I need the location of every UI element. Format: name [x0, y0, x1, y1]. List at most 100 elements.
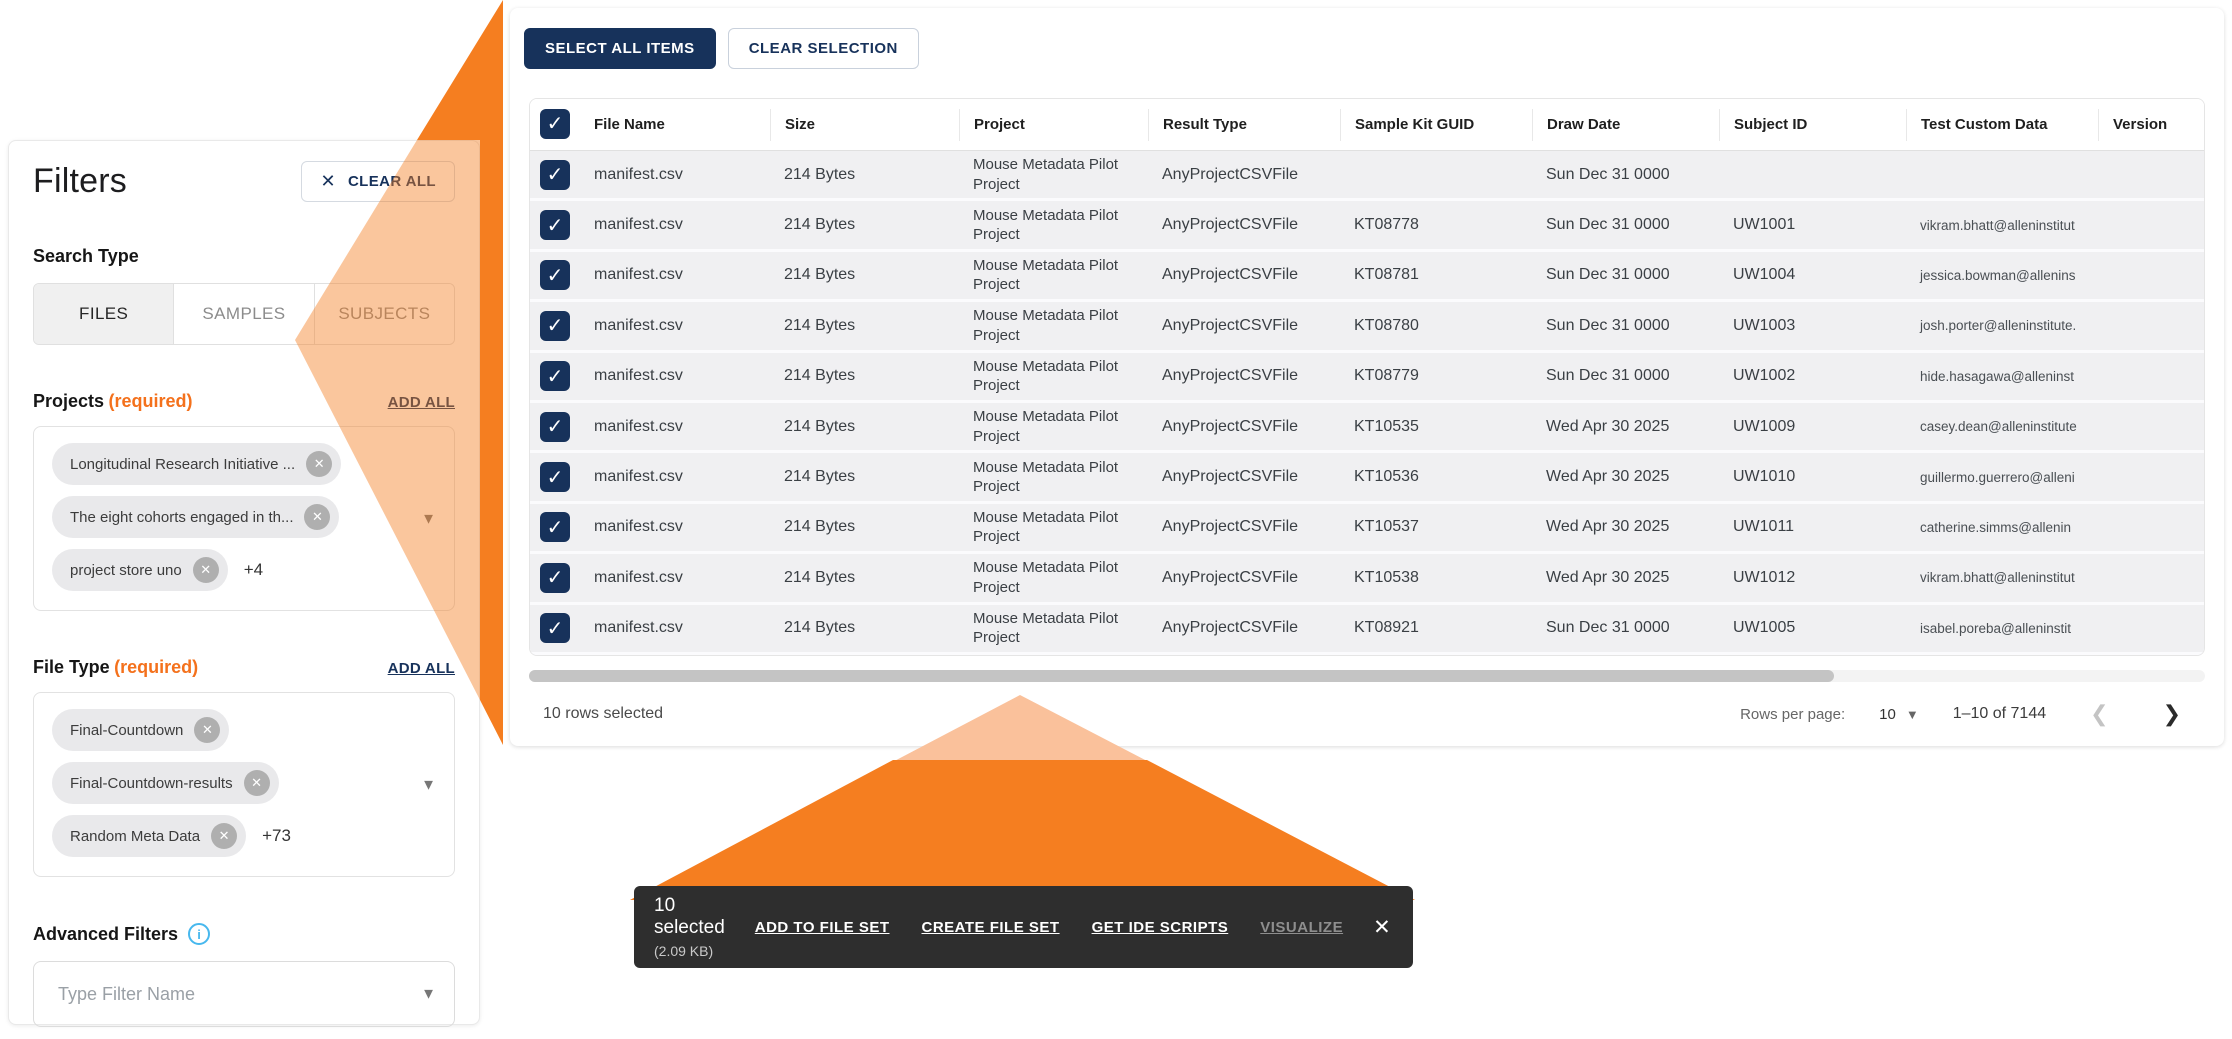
- row-checkbox[interactable]: ✓: [540, 260, 570, 290]
- table-row[interactable]: ✓ manifest.csv 214 Bytes Mouse Metadata …: [530, 554, 2204, 604]
- table-row[interactable]: ✓ manifest.csv 214 Bytes Mouse Metadata …: [530, 403, 2204, 453]
- col-header-result-type[interactable]: Result Type: [1148, 109, 1340, 141]
- remove-chip-icon[interactable]: ✕: [194, 717, 220, 743]
- remove-chip-icon[interactable]: ✕: [306, 451, 332, 477]
- remove-chip-icon[interactable]: ✕: [211, 823, 237, 849]
- search-type-label: Search Type: [33, 246, 455, 267]
- create-file-set-link[interactable]: CREATE FILE SET: [922, 919, 1060, 936]
- select-all-items-button[interactable]: SELECT ALL ITEMS: [524, 28, 716, 69]
- horizontal-scrollbar[interactable]: [529, 670, 2205, 682]
- select-all-checkbox[interactable]: ✓: [540, 109, 570, 139]
- file-type-required-label: (required): [114, 657, 198, 677]
- cell-project: Mouse Metadata Pilot Project: [959, 357, 1148, 396]
- table-row[interactable]: ✓ manifest.csv 214 Bytes Mouse Metadata …: [530, 302, 2204, 352]
- table-row[interactable]: ✓ manifest.csv 214 Bytes Mouse Metadata …: [530, 151, 2204, 201]
- col-header-file-name[interactable]: File Name: [580, 109, 770, 141]
- col-header-version[interactable]: Version: [2098, 109, 2204, 141]
- project-chip[interactable]: The eight cohorts engaged in th... ✕: [52, 496, 339, 538]
- cell-test-custom-data: vikram.bhatt@alleninstitut: [1906, 570, 2098, 585]
- file-type-chip[interactable]: Final-Countdown-results ✕: [52, 762, 279, 804]
- remove-chip-icon[interactable]: ✕: [304, 504, 330, 530]
- col-header-project[interactable]: Project: [959, 109, 1148, 141]
- file-type-chip[interactable]: Final-Countdown ✕: [52, 709, 229, 751]
- add-to-file-set-link[interactable]: ADD TO FILE SET: [755, 919, 890, 936]
- col-header-draw-date[interactable]: Draw Date: [1532, 109, 1719, 141]
- cell-sample-kit-guid: KT08779: [1340, 367, 1532, 385]
- cell-file-name: manifest.csv: [580, 619, 770, 637]
- cell-project: Mouse Metadata Pilot Project: [959, 155, 1148, 194]
- chevron-down-icon[interactable]: ▼: [421, 510, 436, 527]
- remove-chip-icon[interactable]: ✕: [244, 770, 270, 796]
- file-type-section: File Type (required) ADD ALL Final-Count…: [33, 657, 455, 877]
- filter-name-input[interactable]: [58, 984, 402, 1005]
- cell-result-type: AnyProjectCSVFile: [1148, 569, 1340, 587]
- previous-page-button[interactable]: ❮: [2080, 701, 2118, 727]
- chevron-down-icon[interactable]: ▼: [421, 776, 436, 793]
- row-checkbox[interactable]: ✓: [540, 462, 570, 492]
- cell-file-name: manifest.csv: [580, 367, 770, 385]
- cell-sample-kit-guid: KT10536: [1340, 468, 1532, 486]
- cell-test-custom-data: jessica.bowman@allenins: [1906, 268, 2098, 283]
- cell-file-name: manifest.csv: [580, 569, 770, 587]
- col-header-subject-id[interactable]: Subject ID: [1719, 109, 1906, 141]
- visualize-link[interactable]: VISUALIZE: [1260, 919, 1343, 936]
- row-checkbox[interactable]: ✓: [540, 512, 570, 542]
- row-checkbox[interactable]: ✓: [540, 613, 570, 643]
- file-type-more-count[interactable]: +73: [262, 826, 291, 846]
- clear-selection-button[interactable]: CLEAR SELECTION: [728, 28, 919, 69]
- row-checkbox[interactable]: ✓: [540, 160, 570, 190]
- table-row[interactable]: ✓ manifest.csv 214 Bytes Mouse Metadata …: [530, 504, 2204, 554]
- table-row[interactable]: ✓ manifest.csv 214 Bytes Mouse Metadata …: [530, 453, 2204, 503]
- tab-samples[interactable]: SAMPLES: [174, 284, 314, 344]
- remove-chip-icon[interactable]: ✕: [193, 557, 219, 583]
- chevron-down-icon[interactable]: ▼: [421, 986, 436, 1003]
- file-type-label: File Type: [33, 657, 110, 677]
- table-body: ✓ manifest.csv 214 Bytes Mouse Metadata …: [530, 151, 2204, 655]
- scrollbar-thumb[interactable]: [529, 670, 1834, 682]
- file-type-chip[interactable]: Random Meta Data ✕: [52, 815, 246, 857]
- row-checkbox[interactable]: ✓: [540, 210, 570, 240]
- cell-subject-id: UW1004: [1719, 266, 1906, 284]
- cell-test-custom-data: catherine.simms@allenin: [1906, 520, 2098, 535]
- project-chip[interactable]: project store uno ✕: [52, 549, 228, 591]
- tab-subjects[interactable]: SUBJECTS: [315, 284, 454, 344]
- rows-per-page-select[interactable]: 10 ▼: [1879, 706, 1919, 723]
- table-row[interactable]: ✓ manifest.csv 214 Bytes Mouse Metadata …: [530, 605, 2204, 655]
- projects-more-count[interactable]: +4: [244, 560, 263, 580]
- table-row[interactable]: ✓ manifest.csv 214 Bytes Mouse Metadata …: [530, 201, 2204, 251]
- selection-toolbar: 10 selected (2.09 KB) ADD TO FILE SET CR…: [634, 886, 1413, 968]
- file-type-add-all-link[interactable]: ADD ALL: [388, 660, 455, 677]
- col-header-size[interactable]: Size: [770, 109, 959, 141]
- cell-file-name: manifest.csv: [580, 266, 770, 284]
- selected-count: 10 selected: [654, 895, 725, 939]
- cell-project: Mouse Metadata Pilot Project: [959, 306, 1148, 345]
- page: Filters ✕ CLEAR ALL Search Type FILES SA…: [0, 0, 2232, 1039]
- row-checkbox[interactable]: ✓: [540, 311, 570, 341]
- col-header-sample-kit-guid[interactable]: Sample Kit GUID: [1340, 109, 1532, 141]
- cell-result-type: AnyProjectCSVFile: [1148, 367, 1340, 385]
- cell-size: 214 Bytes: [770, 518, 959, 536]
- row-checkbox[interactable]: ✓: [540, 361, 570, 391]
- clear-all-button[interactable]: ✕ CLEAR ALL: [301, 161, 455, 202]
- col-header-test-custom-data[interactable]: Test Custom Data: [1906, 109, 2098, 141]
- cell-draw-date: Sun Dec 31 0000: [1532, 216, 1719, 234]
- info-icon[interactable]: i: [188, 923, 210, 945]
- selected-size: (2.09 KB): [654, 943, 725, 959]
- get-ide-scripts-link[interactable]: GET IDE SCRIPTS: [1092, 919, 1229, 936]
- row-checkbox[interactable]: ✓: [540, 563, 570, 593]
- cell-test-custom-data: vikram.bhatt@alleninstitut: [1906, 218, 2098, 233]
- cell-draw-date: Wed Apr 30 2025: [1532, 518, 1719, 536]
- table-row[interactable]: ✓ manifest.csv 214 Bytes Mouse Metadata …: [530, 252, 2204, 302]
- tab-files[interactable]: FILES: [34, 284, 174, 344]
- cell-subject-id: UW1011: [1719, 518, 1906, 536]
- next-page-button[interactable]: ❯: [2153, 701, 2191, 727]
- row-checkbox[interactable]: ✓: [540, 412, 570, 442]
- project-chip[interactable]: Longitudinal Research Initiative ... ✕: [52, 443, 341, 485]
- cell-subject-id: UW1002: [1719, 367, 1906, 385]
- table-row[interactable]: ✓ manifest.csv 214 Bytes Mouse Metadata …: [530, 353, 2204, 403]
- filters-title: Filters: [33, 162, 127, 201]
- cell-draw-date: Wed Apr 30 2025: [1532, 468, 1719, 486]
- close-icon[interactable]: ✕: [1373, 915, 1391, 940]
- cell-file-name: manifest.csv: [580, 216, 770, 234]
- projects-add-all-link[interactable]: ADD ALL: [388, 394, 455, 411]
